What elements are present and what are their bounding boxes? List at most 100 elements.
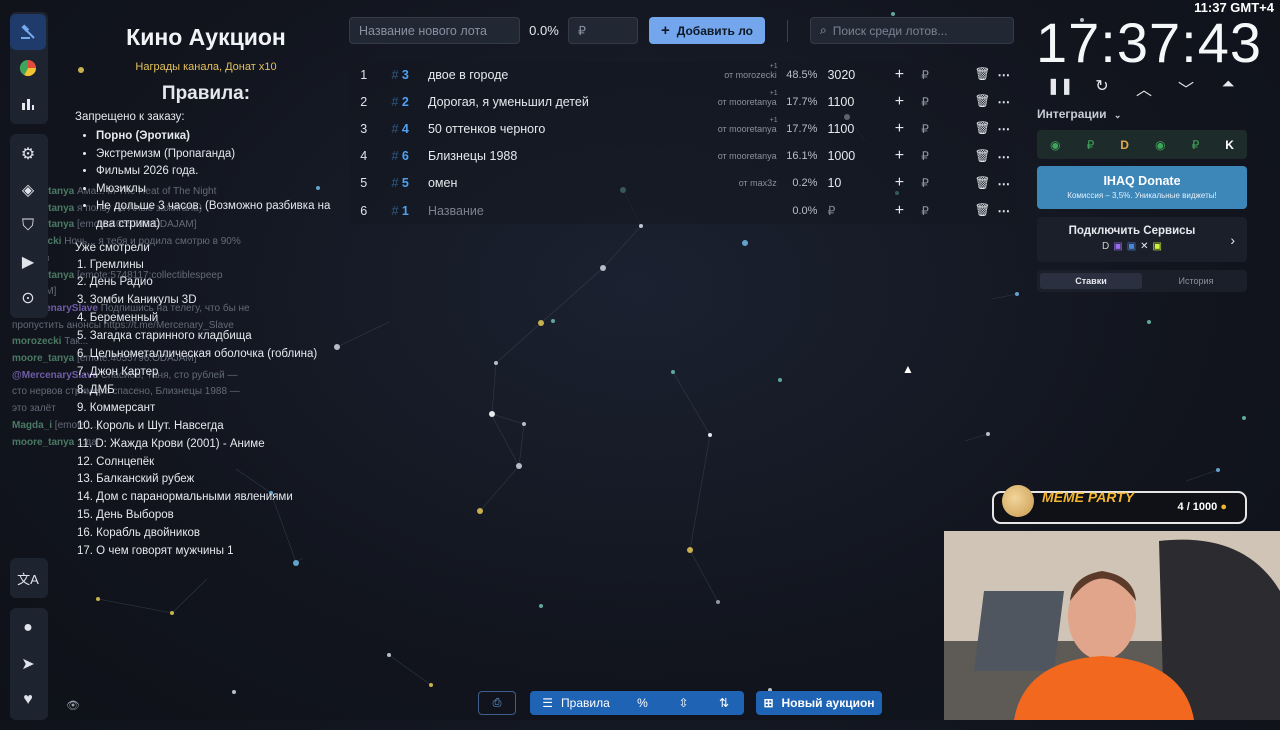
auction-hammer-icon[interactable] (10, 14, 46, 50)
add-amount-icon[interactable]: + (884, 93, 914, 111)
lot-row: 1 # 3 двое в городе от morozecki +1 48.5% 3020… (349, 61, 1017, 89)
lot-position: 1 (360, 67, 368, 82)
seen-movie-item: 7. Джон Картер (77, 366, 159, 378)
lot-percent: 0.0% (792, 204, 818, 217)
lot-row: 6 # 1 Название 0.0% ₽ + ₽ 🗑 ⋯ (349, 196, 1017, 225)
more-options-icon[interactable]: ⋯ (990, 203, 1017, 218)
delete-icon[interactable]: 🗑 (935, 67, 991, 82)
vk-icon: ▣ (1126, 241, 1137, 252)
lot-id: # 4 (378, 122, 422, 136)
add-amount-icon[interactable]: + (884, 147, 914, 165)
more-options-icon[interactable]: ⋯ (990, 149, 1017, 164)
lot-amount[interactable]: 1100 (817, 122, 884, 136)
pause-icon[interactable]: ❚❚ (1046, 76, 1074, 100)
stats-icon[interactable] (10, 86, 46, 122)
lot-amount[interactable]: 10 (817, 176, 884, 190)
settings-gear-icon[interactable]: ⚙ (10, 136, 46, 172)
connect-services-card[interactable]: Подключить Сервисы D ▣ ▣ ✕ ▣ › (1037, 217, 1247, 262)
compress-icon[interactable]: ⇳ (663, 691, 704, 715)
lot-amount-input[interactable]: ₽ (568, 17, 638, 44)
double-up-icon[interactable]: ⏶ (1214, 76, 1242, 100)
service-donationalerts[interactable]: D (1120, 138, 1129, 152)
chat-username: Magda_i (12, 419, 53, 431)
lot-name[interactable]: омен (422, 176, 655, 190)
shield-icon[interactable]: ⛉ (10, 208, 46, 244)
decrease-time-icon[interactable]: ﹀ (1172, 76, 1200, 100)
seen-movie-item: 4. Беременный (77, 312, 159, 325)
add-amount-icon[interactable]: + (884, 174, 914, 192)
github-icon[interactable]: ● (10, 610, 46, 646)
list-icon: ☰ (542, 696, 554, 710)
service-ruble-2[interactable]: ₽ (1192, 138, 1200, 152)
lot-name-input[interactable]: Название нового лота (349, 17, 520, 44)
add-lot-button[interactable]: + Добавить ло (649, 17, 766, 44)
seen-movie-item: 5. Загадка старинного кладбища (77, 330, 252, 343)
donate-banner[interactable]: IHAQ Donate Комиссия – 3,5%. Уникальные … (1037, 166, 1247, 209)
left-rail: ⚙ ◈ ⛉ ▶ ⊙ (10, 12, 48, 328)
lot-amount[interactable]: 1000 (817, 149, 884, 163)
add-amount-icon[interactable]: + (884, 202, 914, 220)
increase-time-icon[interactable]: ︿ (1130, 76, 1158, 100)
currency-icon: ₽ (921, 149, 929, 164)
more-options-icon[interactable]: ⋯ (990, 94, 1017, 109)
chat-username: moore_tanya (12, 436, 75, 448)
hash-icon: # (391, 149, 399, 164)
grid-icon: ⊞ (763, 696, 774, 710)
add-amount-icon[interactable]: + (884, 66, 914, 84)
layers-icon[interactable]: ◈ (10, 172, 46, 208)
lot-name-input[interactable]: Название (422, 204, 655, 218)
more-options-icon[interactable]: ⋯ (990, 67, 1017, 82)
currency-icon: ₽ (921, 67, 929, 82)
donation-icon[interactable]: ⊙ (10, 280, 46, 316)
rules-button[interactable]: ☰ Правила (530, 691, 622, 715)
forbidden-list: Порно (Эротика)Экстремизм (Пропаганда)Фи… (72, 128, 340, 234)
delete-icon[interactable]: 🗑 (935, 121, 991, 136)
reset-icon[interactable]: ↻ (1088, 76, 1116, 100)
lot-position: 6 (360, 203, 368, 218)
tab-bets[interactable]: Ставки (1040, 273, 1142, 289)
lot-percent: 16.1% (786, 150, 818, 163)
service-ruble[interactable]: ₽ (1087, 138, 1095, 152)
save-icon[interactable]: ⎙ (478, 691, 516, 715)
new-auction-button[interactable]: ⊞ Новый аукцион (756, 691, 882, 715)
delete-icon[interactable]: 🗑 (935, 176, 991, 191)
coin-icon: ● (1220, 501, 1227, 513)
percent-toggle-icon[interactable]: % (622, 691, 663, 715)
lot-percent: 0.2% (792, 177, 818, 190)
hash-icon: # (391, 176, 399, 191)
visibility-eye-icon[interactable]: 👁 (66, 699, 80, 712)
youtube-icon[interactable]: ▶ (10, 244, 46, 280)
top-toolbar: Название нового лота 0.0% ₽ + Добавить л… (349, 16, 1015, 45)
delete-icon[interactable]: 🗑 (935, 94, 991, 109)
delete-icon[interactable]: 🗑 (935, 149, 991, 164)
translate-icon[interactable]: 文A (10, 560, 46, 596)
tab-history[interactable]: История (1145, 270, 1247, 292)
lot-position: 3 (360, 121, 368, 136)
wheel-icon[interactable] (10, 50, 46, 86)
sort-icon[interactable]: ⇅ (704, 691, 744, 715)
delete-icon[interactable]: 🗑 (935, 203, 991, 218)
service-kick[interactable]: K (1225, 138, 1234, 152)
lot-amount-input[interactable]: ₽ (817, 203, 884, 218)
integration-services: ◉ ₽ D ◉ ₽ K (1037, 130, 1247, 159)
integrations-header[interactable]: Интеграции ⌄ (1037, 107, 1121, 121)
more-options-icon[interactable]: ⋯ (990, 176, 1017, 191)
lot-percent: 17.7% (786, 122, 818, 135)
search-input[interactable]: ⌕ Поиск среди лотов... (810, 17, 1015, 44)
lot-id-value: 3 (401, 67, 409, 82)
new-auction-label: Новый аукцион (781, 696, 875, 710)
lot-name[interactable]: 50 оттенков черного (422, 122, 655, 136)
plus-icon: + (661, 22, 670, 39)
support-icon[interactable]: ♥ (10, 682, 46, 718)
lot-amount[interactable]: 1100 (817, 95, 884, 109)
seen-movie-item: 3. Зомби Каникулы 3D (77, 294, 197, 307)
lot-name[interactable]: двое в городе (422, 68, 655, 82)
lot-name[interactable]: Близнецы 1988 (422, 149, 655, 163)
lot-amount[interactable]: 3020 (817, 68, 884, 82)
donatepay-icon: D (1102, 241, 1110, 252)
lot-name[interactable]: Дорогая, я уменьшил детей (422, 95, 655, 109)
hash-icon: # (391, 203, 399, 218)
more-options-icon[interactable]: ⋯ (990, 121, 1017, 136)
add-amount-icon[interactable]: + (884, 120, 914, 138)
telegram-icon[interactable]: ➤ (10, 646, 46, 682)
